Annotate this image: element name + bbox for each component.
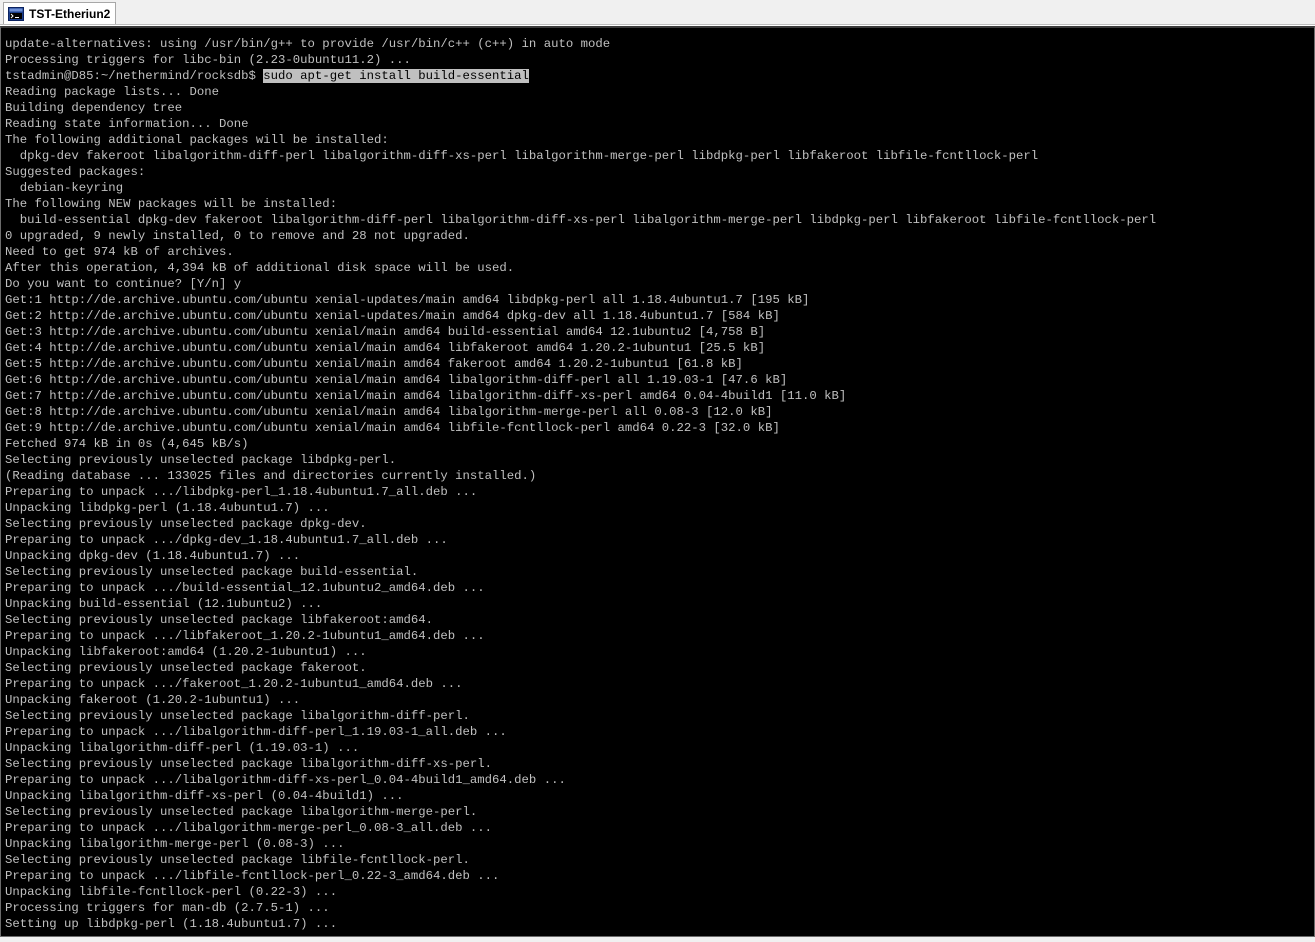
terminal-window[interactable]: update-alternatives: using /usr/bin/g++ …	[0, 26, 1315, 937]
terminal-line: Preparing to unpack .../libalgorithm-dif…	[5, 773, 566, 787]
terminal-line: Unpacking libalgorithm-diff-xs-perl (0.0…	[5, 789, 404, 803]
terminal-line: Get:5 http://de.archive.ubuntu.com/ubunt…	[5, 357, 743, 371]
terminal-line: Building dependency tree	[5, 101, 183, 115]
terminal-line: Unpacking fakeroot (1.20.2-1ubuntu1) ...	[5, 693, 301, 707]
terminal-line: Preparing to unpack .../dpkg-dev_1.18.4u…	[5, 533, 448, 547]
terminal-line: Do you want to continue? [Y/n] y	[5, 277, 242, 291]
terminal-line: Selecting previously unselected package …	[5, 661, 367, 675]
terminal-line: Preparing to unpack .../libalgorithm-dif…	[5, 725, 507, 739]
window-bottom-border	[0, 937, 1315, 942]
terminal-line: Preparing to unpack .../build-essential_…	[5, 581, 485, 595]
terminal-line: Get:8 http://de.archive.ubuntu.com/ubunt…	[5, 405, 773, 419]
terminal-line: Fetched 974 kB in 0s (4,645 kB/s)	[5, 437, 249, 451]
terminal-line: Unpacking build-essential (12.1ubuntu2) …	[5, 597, 323, 611]
terminal-line: Get:3 http://de.archive.ubuntu.com/ubunt…	[5, 325, 766, 339]
terminal-line: Selecting previously unselected package …	[5, 517, 367, 531]
prompt-line: tstadmin@D85:~/nethermind/rocksdb$ sudo …	[5, 68, 1156, 84]
terminal-line: Selecting previously unselected package …	[5, 613, 434, 627]
terminal-line: Selecting previously unselected package …	[5, 453, 397, 467]
terminal-line: dpkg-dev fakeroot libalgorithm-diff-perl…	[5, 149, 1039, 163]
terminal-line: Preparing to unpack .../libdpkg-perl_1.1…	[5, 485, 478, 499]
terminal-line: (Reading database ... 133025 files and d…	[5, 469, 537, 483]
shell-prompt: tstadmin@D85:~/nethermind/rocksdb$	[5, 69, 264, 83]
tab-session[interactable]: TST-Etheriun2	[3, 2, 117, 24]
terminal-line: Processing triggers for libc-bin (2.23-0…	[5, 53, 411, 67]
terminal-line: Unpacking dpkg-dev (1.18.4ubuntu1.7) ...	[5, 549, 301, 563]
selected-command[interactable]: sudo apt-get install build-essential	[263, 69, 529, 83]
terminal-line: update-alternatives: using /usr/bin/g++ …	[5, 37, 611, 51]
terminal-session-icon	[8, 6, 24, 21]
terminal-line: Preparing to unpack .../libfakeroot_1.20…	[5, 629, 485, 643]
terminal-output: update-alternatives: using /usr/bin/g++ …	[5, 36, 1156, 932]
terminal-line: Selecting previously unselected package …	[5, 565, 419, 579]
terminal-line: Unpacking libdpkg-perl (1.18.4ubuntu1.7)…	[5, 501, 330, 515]
terminal-line: Need to get 974 kB of archives.	[5, 245, 234, 259]
terminal-line: Selecting previously unselected package …	[5, 853, 470, 867]
tab-bar: TST-Etheriun2	[0, 0, 1315, 25]
terminal-line: debian-keyring	[5, 181, 124, 195]
terminal-line: Selecting previously unselected package …	[5, 757, 493, 771]
terminal-line: Suggested packages:	[5, 165, 146, 179]
terminal-line: Unpacking libfile-fcntllock-perl (0.22-3…	[5, 885, 338, 899]
terminal-line: After this operation, 4,394 kB of additi…	[5, 261, 515, 275]
terminal-line: 0 upgraded, 9 newly installed, 0 to remo…	[5, 229, 470, 243]
terminal-line: Get:9 http://de.archive.ubuntu.com/ubunt…	[5, 421, 780, 435]
terminal-line: Unpacking libalgorithm-diff-perl (1.19.0…	[5, 741, 360, 755]
terminal-line: build-essential dpkg-dev fakeroot libalg…	[5, 213, 1157, 227]
terminal-line: The following additional packages will b…	[5, 133, 389, 147]
terminal-line: Get:2 http://de.archive.ubuntu.com/ubunt…	[5, 309, 780, 323]
terminal-line: The following NEW packages will be insta…	[5, 197, 338, 211]
terminal-line: Selecting previously unselected package …	[5, 709, 470, 723]
terminal-line: Get:7 http://de.archive.ubuntu.com/ubunt…	[5, 389, 847, 403]
terminal-line: Get:1 http://de.archive.ubuntu.com/ubunt…	[5, 293, 810, 307]
terminal-line: Preparing to unpack .../fakeroot_1.20.2-…	[5, 677, 463, 691]
terminal-line: Reading package lists... Done	[5, 85, 220, 99]
terminal-line: Unpacking libalgorithm-merge-perl (0.08-…	[5, 837, 345, 851]
terminal-line: Selecting previously unselected package …	[5, 805, 478, 819]
terminal-line: Get:6 http://de.archive.ubuntu.com/ubunt…	[5, 373, 788, 387]
terminal-line: Processing triggers for man-db (2.7.5-1)…	[5, 901, 330, 915]
terminal-line: Preparing to unpack .../libfile-fcntlloc…	[5, 869, 500, 883]
terminal-line: Get:4 http://de.archive.ubuntu.com/ubunt…	[5, 341, 766, 355]
tab-title: TST-Etheriun2	[29, 6, 111, 21]
terminal-line: Preparing to unpack .../libalgorithm-mer…	[5, 821, 493, 835]
terminal-line: Reading state information... Done	[5, 117, 249, 131]
terminal-line: Setting up libdpkg-perl (1.18.4ubuntu1.7…	[5, 917, 338, 931]
terminal-line: Unpacking libfakeroot:amd64 (1.20.2-1ubu…	[5, 645, 367, 659]
